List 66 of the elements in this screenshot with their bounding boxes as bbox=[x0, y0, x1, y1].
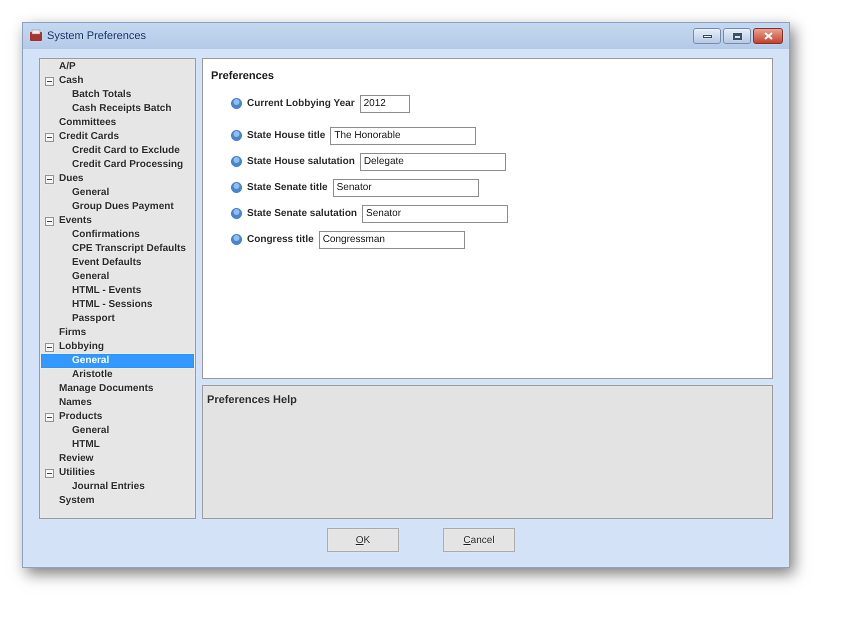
help-title: Preferences Help bbox=[207, 394, 297, 406]
text-field[interactable]: Senator bbox=[362, 204, 508, 222]
tree-item[interactable]: Confirmations bbox=[70, 228, 140, 242]
tree-item[interactable]: Cash Receipts Batch bbox=[70, 102, 172, 116]
cancel-button[interactable]: Cancel bbox=[443, 528, 515, 552]
tree-item[interactable]: Manage Documents bbox=[57, 382, 154, 396]
tree-item[interactable]: Firms bbox=[57, 326, 86, 340]
collapse-icon[interactable] bbox=[45, 468, 54, 478]
tree-item[interactable]: Credit Card to Exclude bbox=[70, 144, 180, 158]
help-icon[interactable] bbox=[231, 208, 242, 219]
tree-item[interactable]: Passport bbox=[70, 312, 115, 326]
text-field[interactable]: Congressman bbox=[318, 230, 465, 248]
maximize-button[interactable] bbox=[723, 28, 751, 44]
text-field[interactable]: 2012 bbox=[360, 94, 410, 112]
collapse-icon[interactable] bbox=[45, 174, 54, 184]
window-title: System Preferences bbox=[47, 28, 146, 44]
collapse-icon[interactable] bbox=[45, 132, 54, 142]
help-icon[interactable] bbox=[231, 234, 242, 245]
help-icon[interactable] bbox=[231, 182, 242, 193]
field-label: Current Lobbying Year bbox=[247, 97, 355, 111]
tree-item[interactable]: General bbox=[70, 186, 110, 200]
collapse-icon[interactable] bbox=[45, 216, 54, 226]
tree-item[interactable]: Cash bbox=[57, 74, 84, 88]
tree-item[interactable]: Lobbying bbox=[57, 340, 104, 354]
tree-item[interactable]: Journal Entries bbox=[70, 480, 145, 494]
tree-item[interactable]: Review bbox=[57, 452, 94, 466]
tree-item[interactable]: HTML - Events bbox=[70, 284, 142, 298]
tree-item[interactable]: HTML - Sessions bbox=[70, 298, 152, 312]
field-label: Congress title bbox=[247, 233, 314, 247]
collapse-icon[interactable] bbox=[45, 412, 54, 422]
tree-item[interactable]: Utilities bbox=[57, 466, 96, 480]
close-icon bbox=[764, 32, 772, 40]
tree-item[interactable]: A/P bbox=[57, 60, 76, 74]
close-button[interactable] bbox=[753, 28, 783, 44]
tree-item[interactable]: Aristotle bbox=[70, 368, 113, 382]
field-label: State House salutation bbox=[247, 155, 355, 169]
tree-item[interactable]: HTML bbox=[70, 438, 100, 452]
collapse-icon[interactable] bbox=[45, 76, 54, 86]
tree-item[interactable]: General bbox=[70, 270, 110, 284]
panel-title: Preferences bbox=[211, 69, 275, 84]
tree-item[interactable]: Events bbox=[57, 214, 92, 228]
help-icon[interactable] bbox=[231, 130, 242, 141]
help-icon[interactable] bbox=[231, 98, 242, 109]
tree-item[interactable]: Batch Totals bbox=[70, 88, 132, 102]
ok-button[interactable]: OK bbox=[327, 528, 399, 552]
collapse-icon[interactable] bbox=[45, 342, 54, 352]
tree-item[interactable]: Group Dues Payment bbox=[70, 200, 174, 214]
app-icon bbox=[29, 29, 43, 43]
field-label: State Senate salutation bbox=[247, 207, 358, 221]
tree-item[interactable]: System bbox=[57, 494, 95, 508]
tree-item[interactable]: Names bbox=[57, 396, 92, 410]
text-field[interactable]: The Honorable bbox=[330, 126, 476, 144]
tree-item[interactable]: CPE Transcript Defaults bbox=[70, 242, 186, 256]
field-label: State Senate title bbox=[247, 181, 328, 195]
text-field[interactable]: Senator bbox=[332, 178, 479, 196]
tree-item[interactable]: Credit Card Processing bbox=[70, 158, 184, 172]
field-label: State House title bbox=[247, 129, 326, 143]
help-icon[interactable] bbox=[231, 156, 242, 167]
tree-item[interactable]: General bbox=[70, 424, 110, 438]
text-field[interactable]: Delegate bbox=[360, 152, 506, 170]
minimize-button[interactable] bbox=[693, 28, 721, 44]
tree-item[interactable]: Dues bbox=[57, 172, 84, 186]
tree-item[interactable]: Event Defaults bbox=[70, 256, 142, 270]
tree-item[interactable]: Products bbox=[57, 410, 102, 424]
tree-item[interactable]: Committees bbox=[57, 116, 116, 130]
tree-item[interactable]: Credit Cards bbox=[57, 130, 120, 144]
